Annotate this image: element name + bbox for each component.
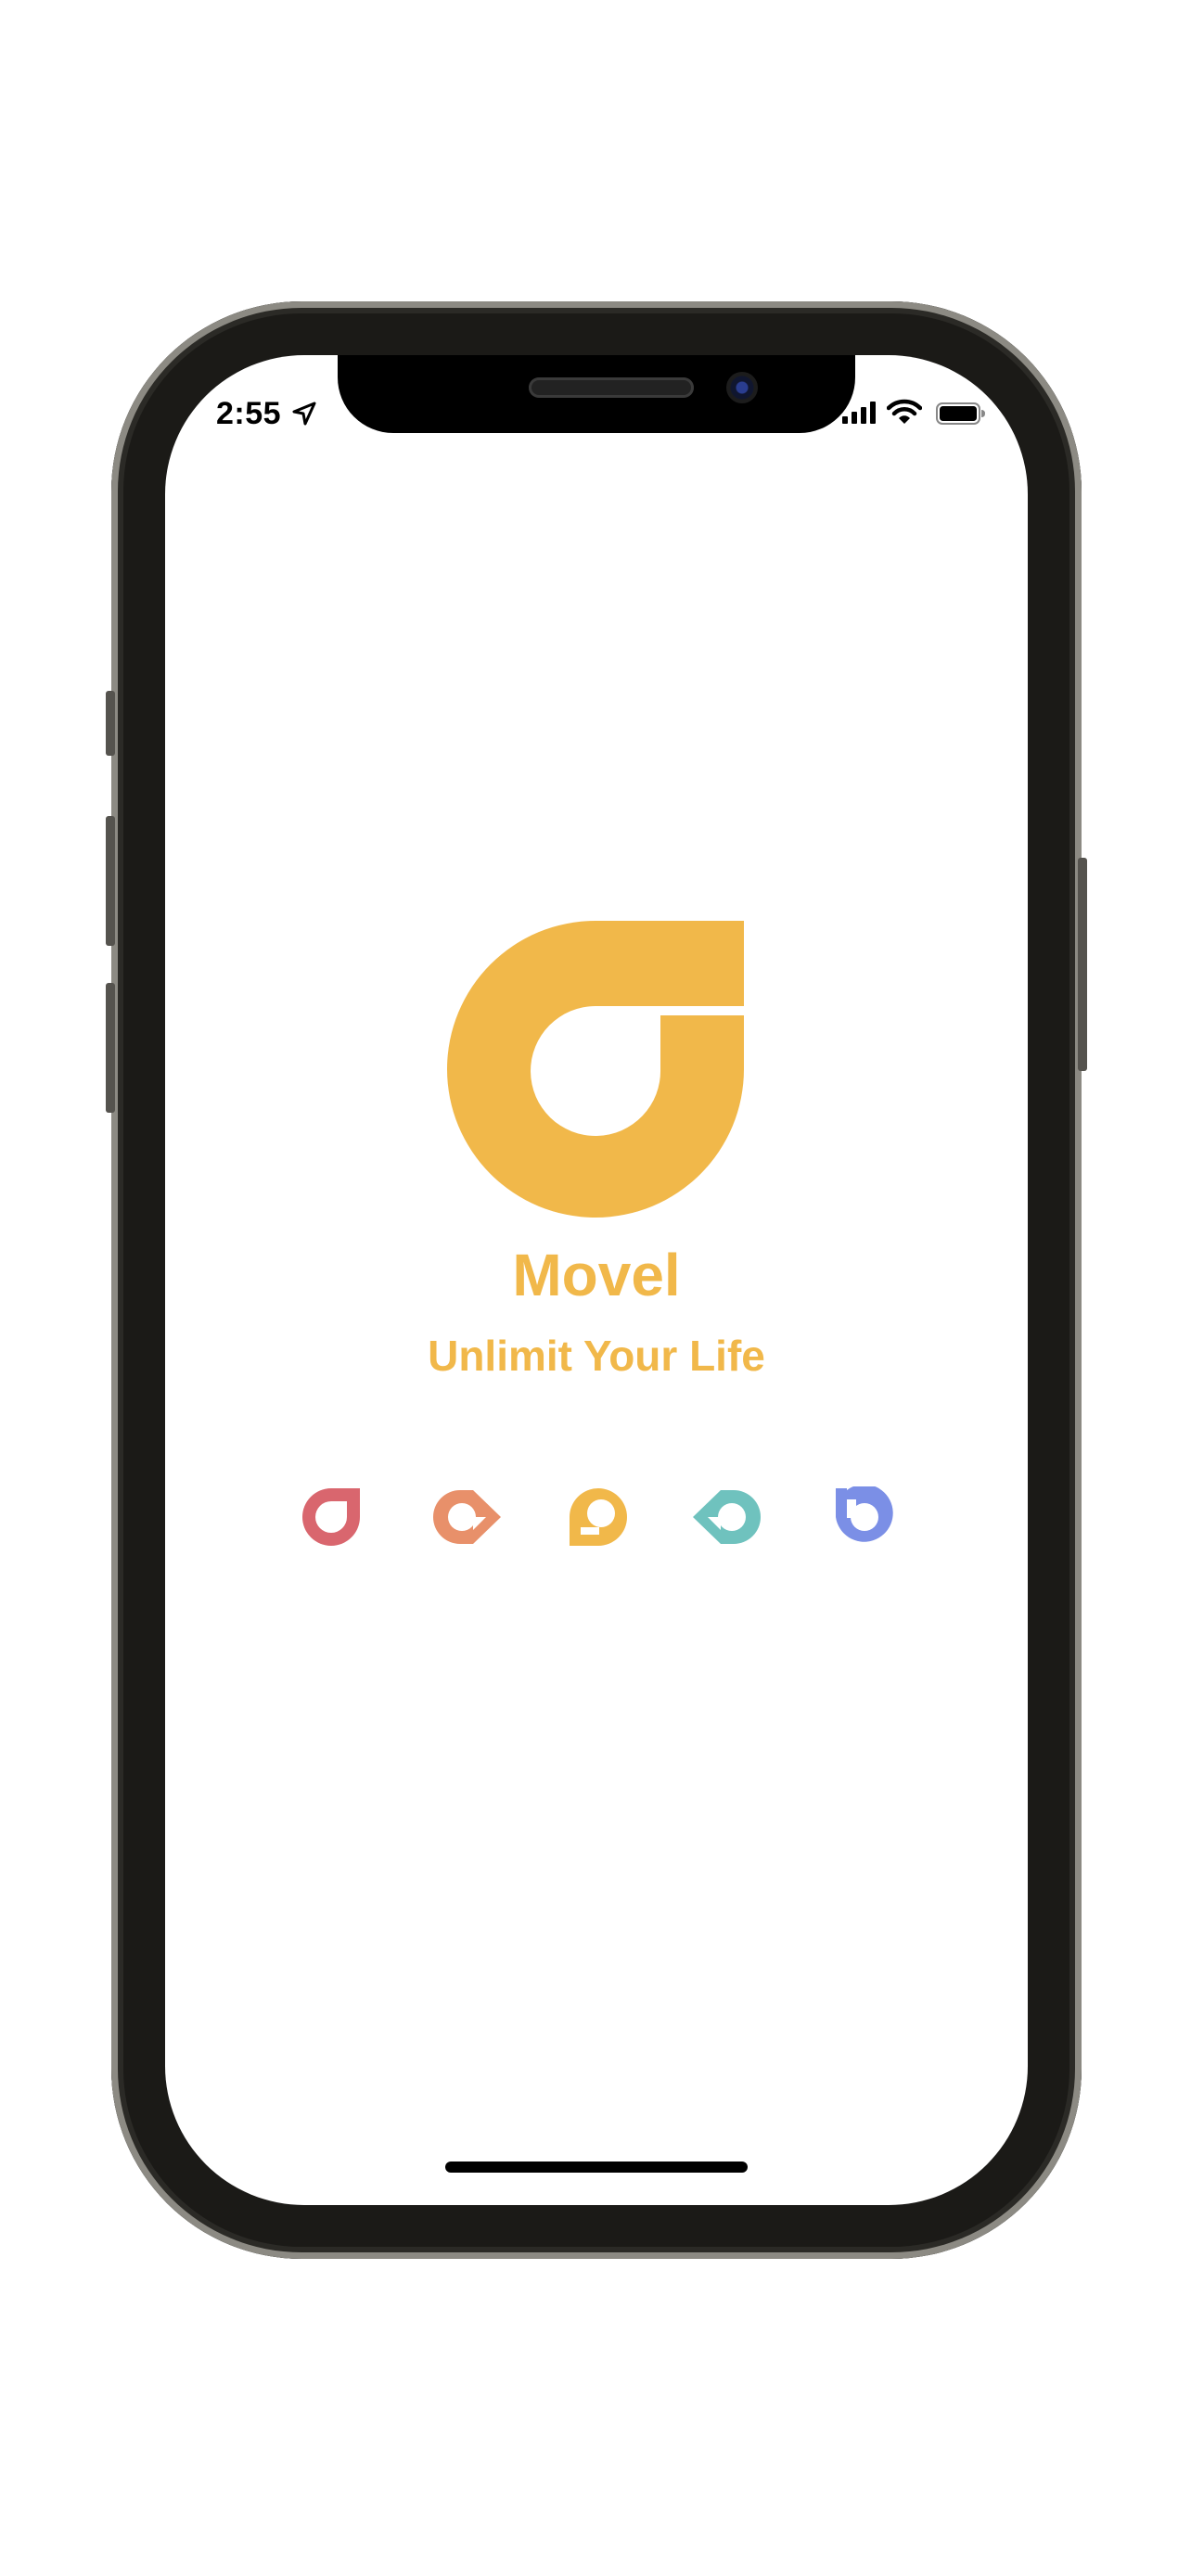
cellular-signal-icon (842, 402, 876, 424)
earpiece-speaker (529, 377, 694, 398)
yellow-logo-variant-icon (570, 1488, 627, 1546)
wifi-icon (887, 399, 922, 424)
mute-switch (106, 691, 115, 756)
teal-logo-variant-icon (693, 1490, 761, 1544)
notch (338, 355, 855, 433)
side-button (1078, 858, 1087, 1071)
blue-logo-variant-icon (836, 1486, 893, 1542)
movel-logo-icon (447, 921, 744, 1218)
home-indicator[interactable] (445, 2162, 748, 2173)
location-arrow-icon (292, 402, 316, 426)
screen: 2:55 Movel Unlimit Your Life (165, 355, 1028, 2205)
orange-logo-variant-icon (433, 1490, 501, 1544)
tagline: Unlimit Your Life (428, 1332, 765, 1380)
front-camera (726, 372, 758, 403)
red-logo-variant-icon (302, 1488, 360, 1546)
volume-down-button (106, 983, 115, 1113)
volume-up-button (106, 816, 115, 946)
status-time: 2:55 (216, 396, 282, 431)
battery-icon (936, 402, 985, 425)
app-name: Movel (512, 1242, 681, 1308)
